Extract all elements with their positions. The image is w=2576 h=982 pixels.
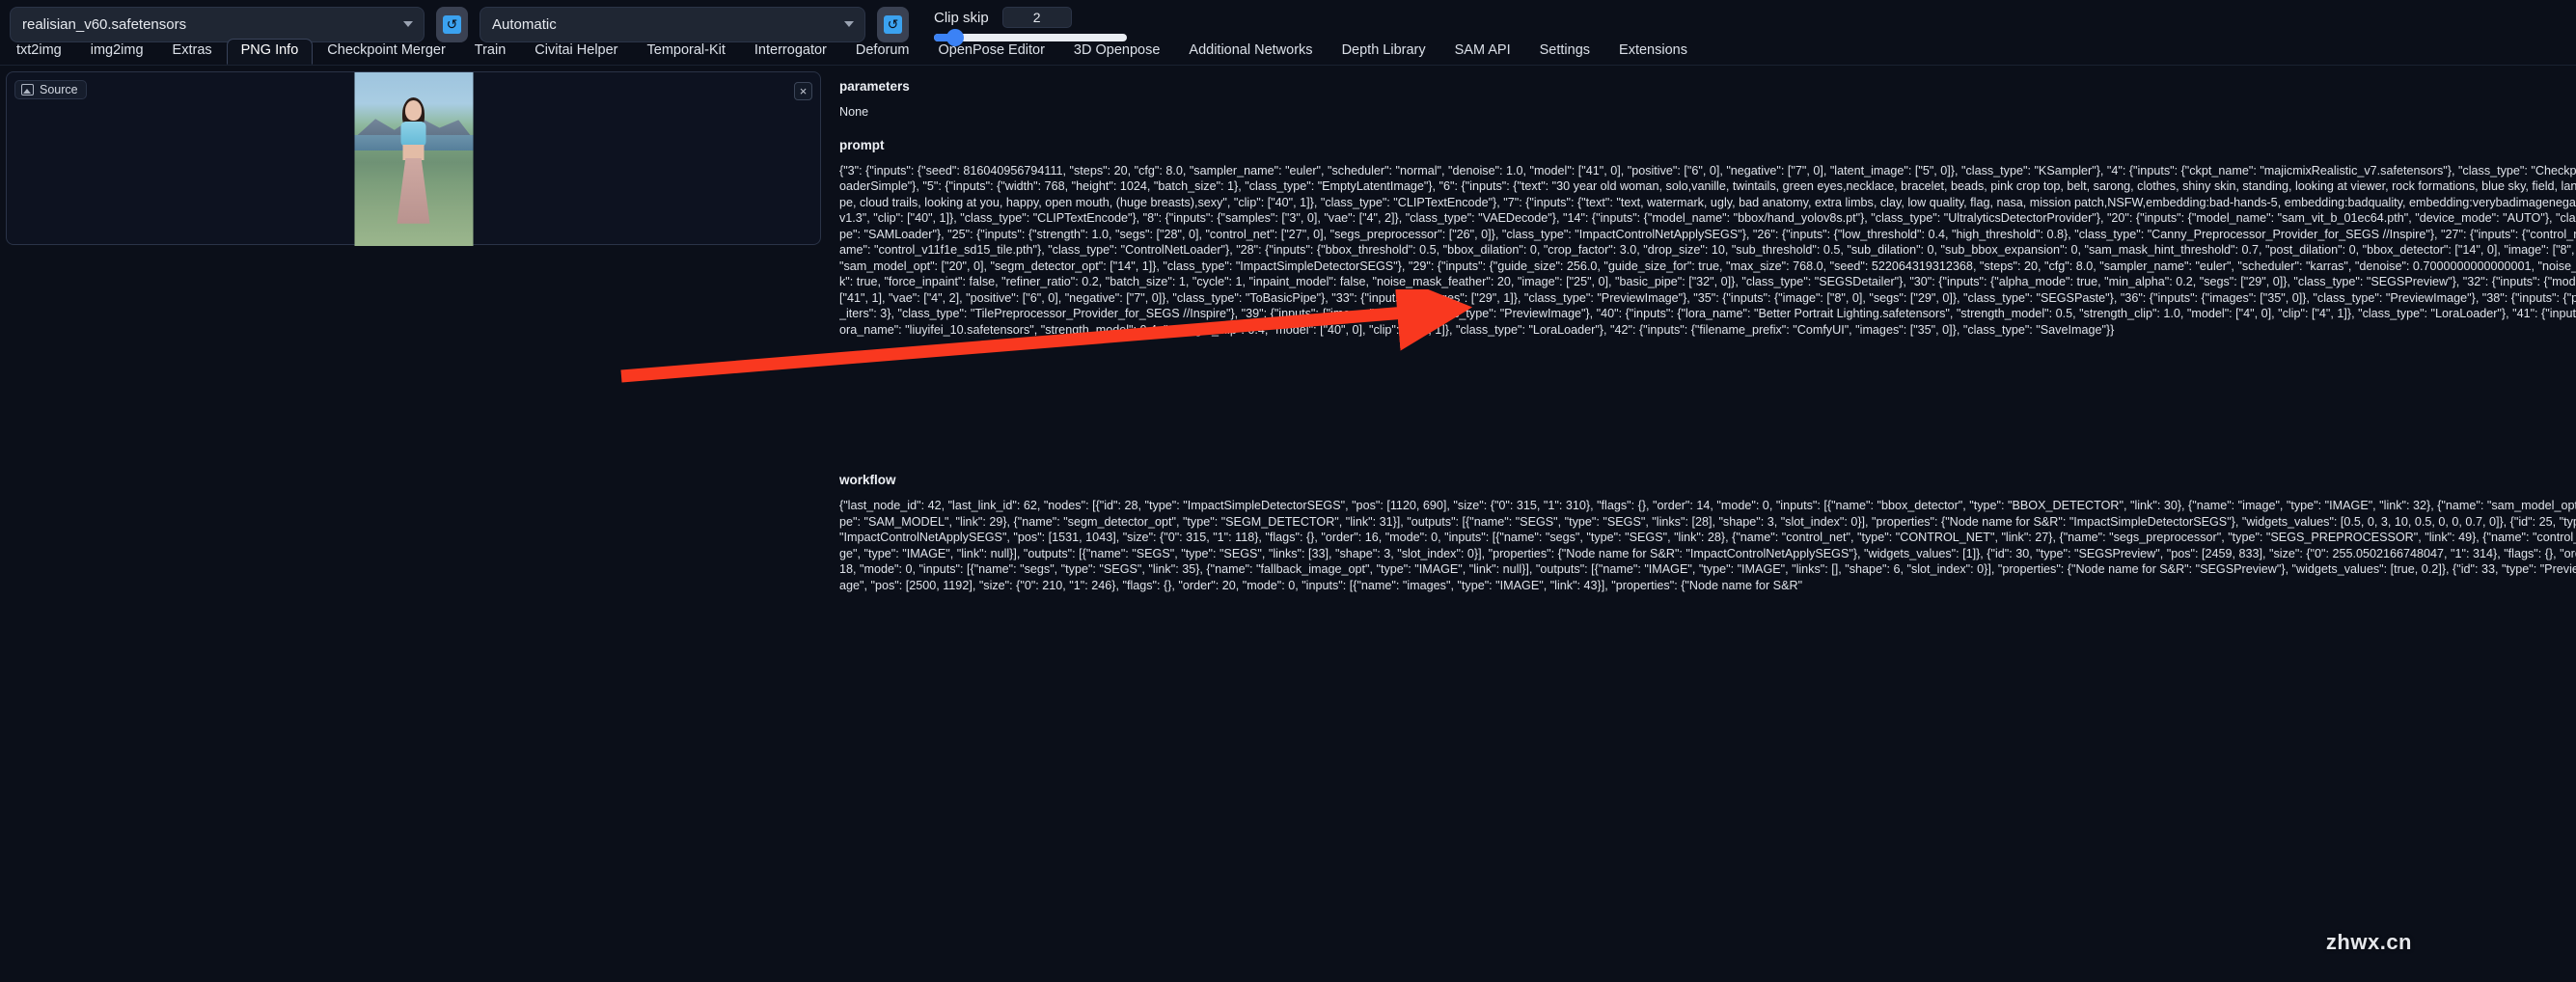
tab-3d-openpose[interactable]: 3D Openpose [1059,39,1174,65]
preview-skirt [397,157,430,224]
image-icon [21,84,34,95]
parameters-heading: parameters [839,79,910,94]
chevron-down-icon [403,21,413,27]
source-image-preview[interactable] [354,72,473,246]
source-chip: Source [14,80,87,99]
chevron-down-icon [844,21,854,27]
source-pane: Source × [0,66,830,982]
source-label: Source [40,83,78,96]
workflow-heading: workflow [839,472,896,487]
vae-value: Automatic [492,15,557,33]
tab-txt2img[interactable]: txt2img [2,39,76,65]
refresh-vae-button[interactable]: ↺ [877,6,909,42]
preview-figure [395,96,433,228]
preview-midriff [402,144,425,160]
tab-additional-networks[interactable]: Additional Networks [1174,39,1327,65]
refresh-icon: ↺ [443,14,461,34]
preview-top [400,121,426,147]
tab-sam-api[interactable]: SAM API [1440,39,1525,65]
tab-settings[interactable]: Settings [1525,39,1604,65]
png-info-pane: parameters None prompt {"3": {"inputs": … [830,66,2576,982]
checkpoint-value: realisian_v60.safetensors [22,15,187,33]
clip-skip-header: Clip skip 2 [934,7,1127,28]
workflow-value: {"last_node_id": 42, "last_link_id": 62,… [839,499,2576,592]
source-image-card[interactable]: Source × [6,71,821,246]
tab-checkpoint-merger[interactable]: Checkpoint Merger [313,39,460,65]
preview-head [405,99,422,121]
tab-openpose-editor[interactable]: OpenPose Editor [923,39,1058,65]
main-tab-bar: txt2img img2img Extras PNG Info Checkpoint M… [0,39,2576,66]
tab-png-info[interactable]: PNG Info [226,39,314,65]
tab-civitai-helper[interactable]: Civitai Helper [520,39,632,65]
close-icon[interactable]: × [794,82,812,100]
refresh-checkpoints-button[interactable]: ↺ [436,6,468,42]
tab-extensions[interactable]: Extensions [1604,39,1702,65]
tab-train[interactable]: Train [460,39,521,65]
tab-img2img[interactable]: img2img [76,39,158,65]
prompt-value: {"3": {"inputs": {"seed": 81604095679411… [839,163,2576,337]
refresh-icon: ↺ [884,14,902,34]
tab-depth-library[interactable]: Depth Library [1328,39,1440,65]
clip-skip-label: Clip skip [934,9,989,26]
watermark: zhwx.cn [2325,930,2412,954]
tab-temporal-kit[interactable]: Temporal-Kit [633,39,740,65]
vae-dropdown[interactable]: Automatic [480,6,865,42]
checkpoint-dropdown[interactable]: realisian_v60.safetensors [10,6,425,42]
clip-skip-value[interactable]: 2 [1001,7,1072,28]
parameters-value: None [839,105,869,120]
tab-interrogator[interactable]: Interrogator [740,39,841,65]
main-content: Source × parameters None prompt {"3": {"… [0,66,2576,982]
preview-image [354,72,473,246]
tab-deforum[interactable]: Deforum [841,39,924,65]
tab-extras[interactable]: Extras [158,39,227,65]
prompt-heading: prompt [839,137,885,152]
